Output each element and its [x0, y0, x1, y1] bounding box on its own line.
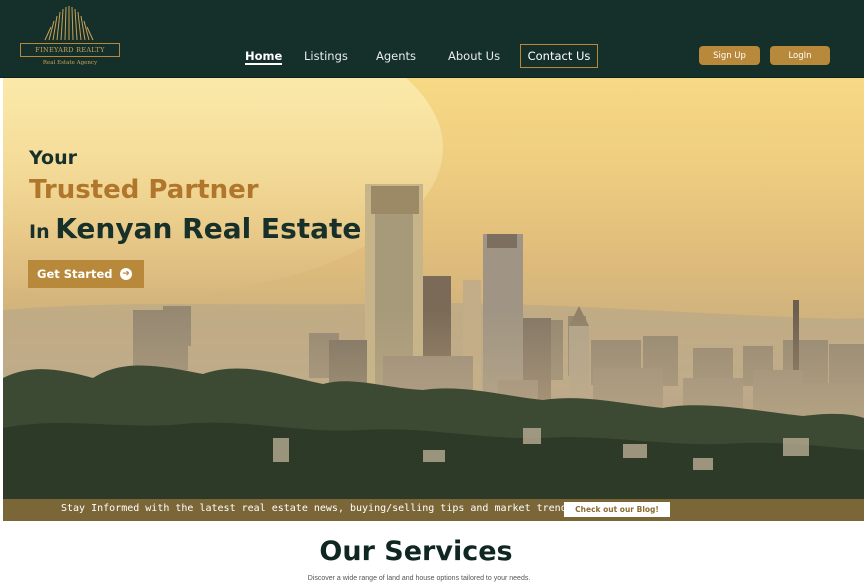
hero-banner: Your Trusted Partner In Kenyan Real Esta… [3, 78, 864, 521]
news-ticker: Stay Informed with the latest real estat… [3, 499, 864, 521]
nav-about-us[interactable]: About Us [448, 44, 500, 68]
login-button[interactable]: LogIn [770, 46, 830, 65]
logo-emblem-icon [44, 6, 94, 41]
arrow-right-circle-icon: ➜ [120, 268, 132, 280]
get-started-label: Get Started [37, 267, 113, 281]
services-title: Our Services [319, 536, 513, 567]
hero-heading-line1: Your [29, 147, 77, 169]
hero-heading-line3: In Kenyan Real Estate [29, 212, 361, 245]
nav-listings[interactable]: Listings [304, 44, 348, 68]
hero-heading-line2: Trusted Partner [29, 175, 259, 205]
nav-home-label: Home [245, 49, 283, 63]
blog-button[interactable]: Check out our Blog! [564, 502, 670, 517]
ticker-text: Stay Informed with the latest real estat… [61, 503, 591, 514]
brand-logo[interactable]: FINEYARD REALTY Real Estate Agency [18, 4, 122, 70]
nav-active-underline [245, 63, 283, 65]
nav-agents[interactable]: Agents [376, 44, 416, 68]
hero-heading-main: Kenyan Real Estate [55, 212, 362, 245]
top-navbar: FINEYARD REALTY Real Estate Agency Home … [0, 0, 864, 78]
logo-tagline: Real Estate Agency [42, 60, 98, 66]
logo-name-box: FINEYARD REALTY [20, 43, 120, 57]
hero-heading-prefix: In [29, 221, 50, 243]
get-started-button[interactable]: Get Started ➜ [28, 260, 144, 288]
services-subtitle: Discover a wide range of land and house … [307, 575, 531, 582]
nav-home[interactable]: Home [245, 44, 283, 68]
city-skyline-image [3, 78, 864, 521]
logo-name: FINEYARD REALTY [35, 46, 105, 54]
sign-up-button[interactable]: Sign Up [699, 46, 760, 65]
nav-contact-us[interactable]: Contact Us [520, 44, 598, 68]
